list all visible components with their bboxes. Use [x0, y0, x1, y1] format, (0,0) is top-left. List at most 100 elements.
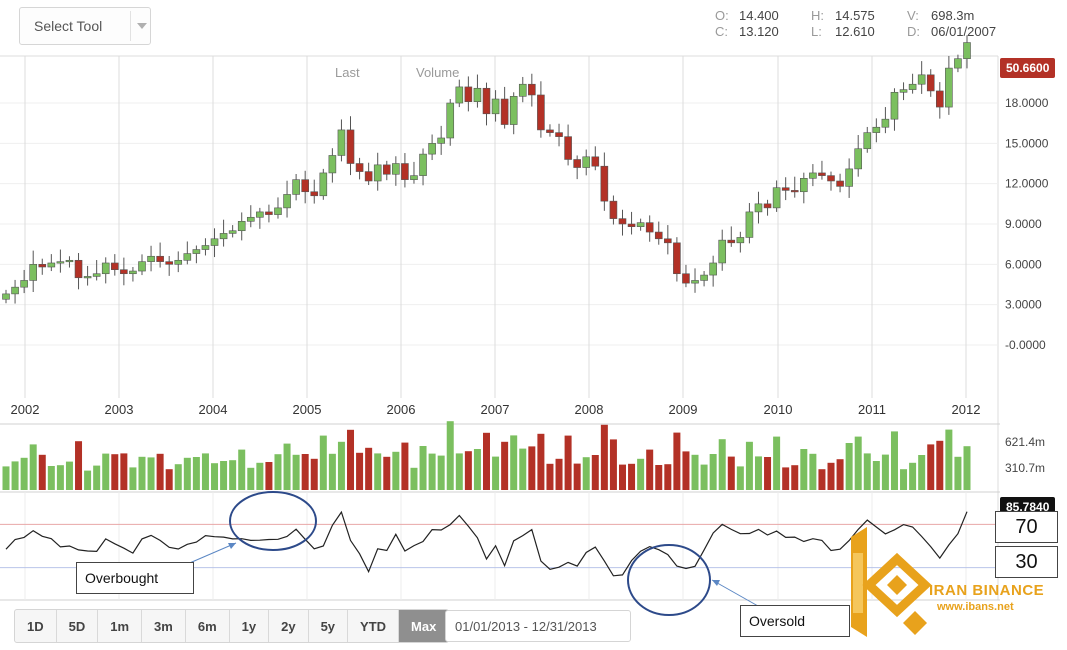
candle-body	[700, 274, 708, 281]
volume-bar	[301, 454, 309, 490]
candle-body	[881, 118, 890, 128]
volume-bar	[918, 455, 926, 490]
volume-bar	[727, 456, 735, 490]
candle-body	[854, 148, 863, 170]
candle-body	[65, 259, 74, 263]
candle-body	[963, 42, 971, 59]
candle-body	[138, 261, 146, 272]
volume-bar	[582, 457, 590, 490]
range-button-1m[interactable]: 1m	[98, 610, 143, 642]
y-tick-label: 9.0000	[1005, 217, 1042, 231]
volume-bar	[872, 461, 880, 490]
volume-bar	[310, 458, 318, 490]
range-button-6m[interactable]: 6m	[186, 610, 230, 642]
volume-bar	[437, 455, 445, 490]
y-tick-label: 18.0000	[1005, 96, 1049, 110]
volume-bar	[854, 436, 862, 490]
candle-body	[237, 221, 246, 232]
volume-bar	[211, 463, 219, 490]
range-button-2y[interactable]: 2y	[269, 610, 309, 642]
volume-bar	[75, 441, 83, 490]
candle-body	[392, 163, 400, 175]
volume-bar	[38, 454, 46, 490]
candle-body	[627, 223, 636, 227]
candle-body	[754, 203, 763, 213]
candle-body	[491, 98, 500, 115]
candle-body	[129, 270, 137, 275]
candle-body	[319, 172, 328, 197]
volume-bar	[292, 454, 300, 490]
volume-bar	[356, 452, 364, 490]
range-button-max[interactable]: Max	[399, 610, 449, 642]
volume-bar	[881, 454, 889, 490]
candle-body	[945, 67, 953, 108]
volume-bar	[347, 429, 355, 490]
volume-bar	[773, 436, 781, 490]
candle-body	[373, 164, 382, 182]
x-tick-label: 2010	[764, 402, 793, 417]
x-tick-label: 2009	[669, 402, 698, 417]
volume-bar	[954, 456, 962, 490]
volume-bar	[120, 453, 128, 490]
candle-body	[809, 172, 817, 179]
volume-bar	[84, 470, 92, 490]
volume-bar	[700, 464, 708, 490]
x-tick-label: 2004	[199, 402, 228, 417]
candle-body	[727, 239, 736, 244]
date-range-input[interactable]: 01/01/2013 - 12/31/2013	[445, 610, 631, 642]
volume-bar	[473, 449, 481, 490]
range-button-1d[interactable]: 1D	[15, 610, 57, 642]
candle-body	[691, 280, 699, 284]
candle-body	[518, 83, 527, 97]
candle-body	[872, 126, 881, 133]
volume-bar	[791, 465, 799, 490]
volume-bar	[963, 446, 971, 490]
volume-bar	[165, 469, 173, 490]
candle-body	[110, 262, 119, 270]
candle-body	[20, 280, 28, 288]
range-button-5d[interactable]: 5D	[57, 610, 99, 642]
range-button-3m[interactable]: 3m	[142, 610, 186, 642]
volume-bar	[564, 435, 572, 490]
volume-bar	[528, 446, 536, 490]
candle-body	[836, 180, 844, 187]
volume-bar	[274, 454, 282, 490]
volume-bar	[464, 451, 472, 490]
candle-body	[310, 191, 319, 197]
candle-body	[482, 87, 491, 115]
volume-bar	[900, 469, 908, 490]
volume-bar	[147, 457, 155, 490]
volume-bar	[836, 459, 844, 490]
candle-body	[410, 175, 418, 180]
volume-bar	[11, 461, 19, 490]
candle-body	[92, 273, 101, 277]
volume-bar	[401, 442, 409, 490]
volume-bar	[845, 443, 853, 490]
range-button-1y[interactable]: 1y	[230, 610, 270, 642]
logo-name: IRAN BINANCE	[929, 582, 1045, 599]
volume-bar	[174, 464, 182, 490]
candle-body	[446, 102, 455, 139]
volume-bar	[47, 466, 55, 490]
candle-body	[664, 238, 672, 244]
range-button-ytd[interactable]: YTD	[348, 610, 400, 642]
candle-body	[56, 261, 65, 264]
candle-body	[210, 238, 219, 246]
volume-bar	[238, 449, 246, 490]
candle-body	[845, 168, 853, 187]
volume-bar	[2, 466, 10, 490]
candle-body	[528, 83, 536, 96]
candle-body	[192, 249, 201, 254]
candle-body	[174, 259, 183, 265]
candle-body	[936, 90, 944, 108]
candle-body	[364, 171, 373, 182]
candle-body	[165, 261, 173, 265]
volume-bar	[628, 463, 636, 490]
candle-body	[11, 286, 19, 295]
candle-body	[473, 87, 482, 102]
x-tick-label: 2007	[481, 402, 510, 417]
volume-bar	[247, 467, 255, 490]
volume-bar	[156, 453, 164, 490]
range-button-5y[interactable]: 5y	[309, 610, 349, 642]
candle-body	[292, 179, 300, 195]
